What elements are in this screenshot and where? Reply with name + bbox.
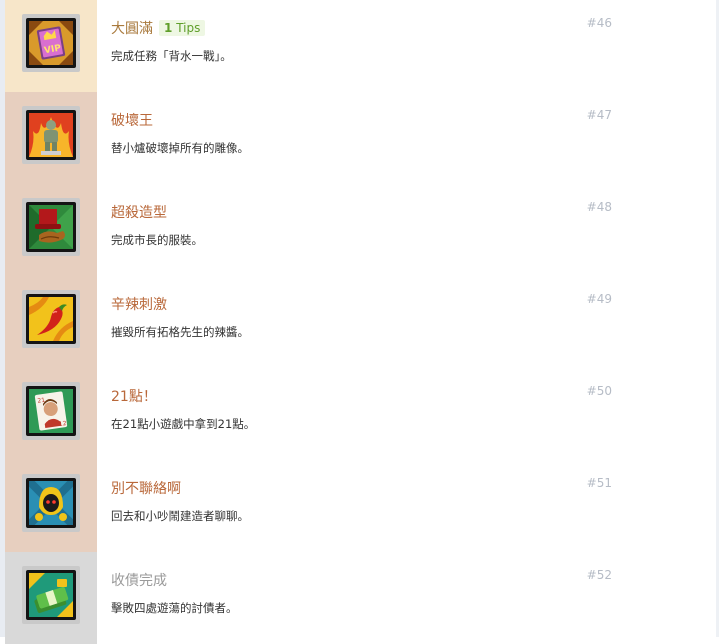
achievement-title[interactable]: 破壞王 <box>111 110 153 130</box>
statue-icon <box>29 113 73 157</box>
achievement-badge <box>22 474 80 532</box>
achievement-list: VIP 大圓滿 1 Tips 完成任務「背水一戰」。 #46 破壞王 替小爐破壞… <box>5 0 716 644</box>
top-hat-gloves-icon <box>29 205 73 249</box>
achievement-badge <box>22 290 80 348</box>
cash-stack-icon <box>29 573 73 617</box>
chili-pepper-icon <box>29 297 73 341</box>
achievement-number: #47 <box>586 108 612 122</box>
playing-card-icon: 21 12 <box>29 389 73 433</box>
achievement-title[interactable]: 辛辣刺激 <box>111 294 167 314</box>
achievement-title[interactable]: 21點！ <box>111 386 157 406</box>
achievement-row[interactable]: VIP 大圓滿 1 Tips 完成任務「背水一戰」。 #46 <box>5 0 716 92</box>
achievement-row[interactable]: 別不聯絡啊 回去和小吵鬧建造者聊聊。 #51 <box>5 460 716 552</box>
achievement-badge: VIP <box>22 14 80 72</box>
achievement-title[interactable]: 超殺造型 <box>111 202 167 222</box>
achievement-number: #50 <box>586 384 612 398</box>
row-content: 21點！ 在21點小遊戲中拿到21點。 #50 <box>97 368 716 460</box>
row-content: 別不聯絡啊 回去和小吵鬧建造者聊聊。 #51 <box>97 460 716 552</box>
svg-text:12: 12 <box>58 420 67 428</box>
achievement-number: #46 <box>586 16 612 30</box>
achievement-title[interactable]: 大圓滿 1 Tips <box>111 18 206 38</box>
tips-badge[interactable]: 1 Tips <box>159 20 206 36</box>
achievement-description: 擊敗四處遊蕩的討債者。 <box>111 601 238 615</box>
row-content: 超殺造型 完成市長的服裝。 #48 <box>97 184 716 276</box>
achievement-row[interactable]: 超殺造型 完成市長的服裝。 #48 <box>5 184 716 276</box>
vip-card-icon: VIP <box>29 21 73 65</box>
achievement-badge <box>22 198 80 256</box>
achievement-row[interactable]: 21 12 21點！ 在21點小遊戲中拿到21點。 #50 <box>5 368 716 460</box>
achievement-number: #51 <box>586 476 612 490</box>
hooded-creature-icon <box>29 481 73 525</box>
achievement-title[interactable]: 收債完成 <box>111 570 167 590</box>
achievement-badge <box>22 566 80 624</box>
row-content: 辛辣刺激 摧毀所有拓格先生的辣醬。 #49 <box>97 276 716 368</box>
achievement-description: 摧毀所有拓格先生的辣醬。 <box>111 325 249 339</box>
row-content: 大圓滿 1 Tips 完成任務「背水一戰」。 #46 <box>97 0 716 92</box>
achievement-badge <box>22 106 80 164</box>
achievement-number: #49 <box>586 292 612 306</box>
svg-text:21: 21 <box>37 397 46 405</box>
row-content: 破壞王 替小爐破壞掉所有的雕像。 #47 <box>97 92 716 184</box>
achievement-description: 在21點小遊戲中拿到21點。 <box>111 417 256 431</box>
achievement-number: #48 <box>586 200 612 214</box>
row-content: 收債完成 擊敗四處遊蕩的討債者。 #52 <box>97 552 716 644</box>
achievement-number: #52 <box>586 568 612 582</box>
achievement-description: 完成市長的服裝。 <box>111 233 203 247</box>
achievement-title[interactable]: 別不聯絡啊 <box>111 478 181 498</box>
achievement-row[interactable]: 辛辣刺激 摧毀所有拓格先生的辣醬。 #49 <box>5 276 716 368</box>
achievement-description: 替小爐破壞掉所有的雕像。 <box>111 141 249 155</box>
achievement-row[interactable]: 破壞王 替小爐破壞掉所有的雕像。 #47 <box>5 92 716 184</box>
achievement-badge: 21 12 <box>22 382 80 440</box>
achievement-row[interactable]: 收債完成 擊敗四處遊蕩的討債者。 #52 <box>5 552 716 644</box>
achievement-description: 回去和小吵鬧建造者聊聊。 <box>111 509 249 523</box>
achievement-description: 完成任務「背水一戰」。 <box>111 49 232 63</box>
